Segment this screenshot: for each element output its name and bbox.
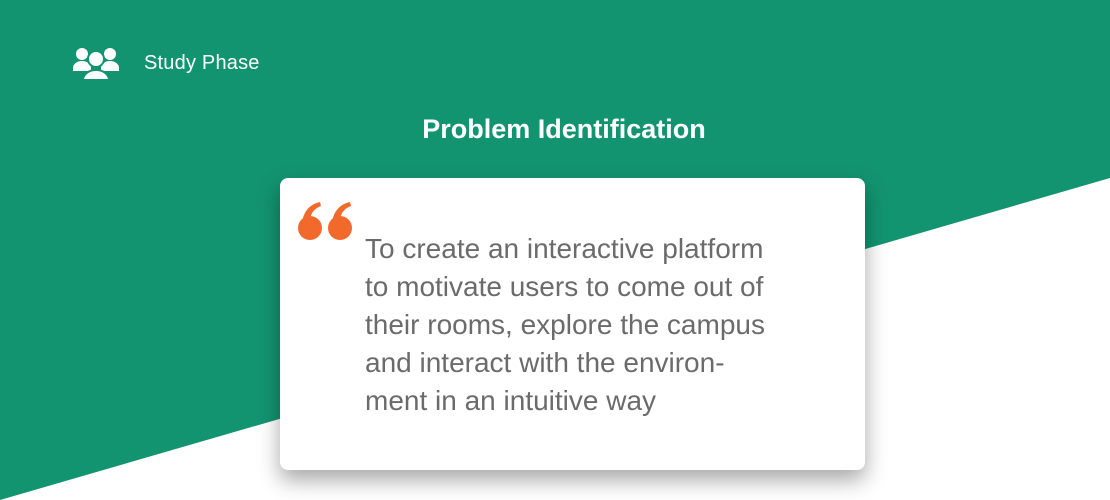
users-group-icon <box>72 44 120 82</box>
section-label: Study Phase <box>144 51 260 74</box>
page-title: Problem Identification <box>422 114 706 144</box>
quote-text: To create an interactive platform to mot… <box>365 233 765 416</box>
quote-mark-icon <box>298 200 356 242</box>
quote-card: To create an interactive platform to mot… <box>280 178 865 470</box>
section-header: Study Phase <box>72 44 260 82</box>
